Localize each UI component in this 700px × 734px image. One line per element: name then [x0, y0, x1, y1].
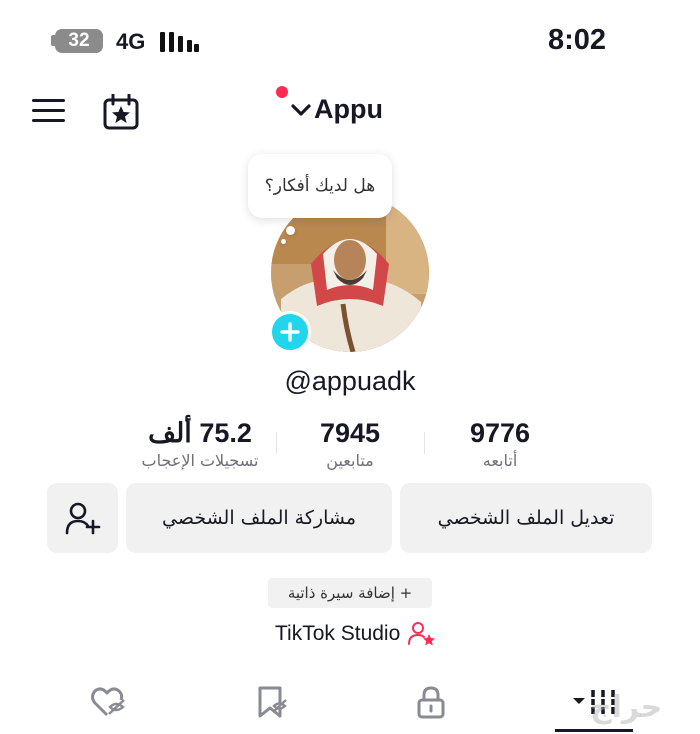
notification-dot: [276, 86, 288, 98]
add-bio-button[interactable]: + إضافة سيرة ذاتية: [268, 578, 432, 608]
account-switcher[interactable]: Appu: [290, 94, 383, 125]
edit-profile-label: تعديل الملف الشخصي: [437, 507, 615, 529]
bubble-tail: [286, 226, 295, 235]
account-name: Appu: [314, 94, 383, 124]
tiktok-studio-link[interactable]: TikTok Studio: [275, 621, 436, 647]
stat-followers[interactable]: 7945 متابعين: [270, 418, 430, 470]
share-profile-button[interactable]: مشاركة الملف الشخصي: [126, 483, 392, 553]
signal-icon: [160, 30, 200, 54]
battery-indicator: 32: [55, 29, 103, 53]
creator-star-icon: [408, 622, 436, 646]
status-time: 8:02: [548, 24, 607, 56]
chevron-down-icon: [291, 103, 311, 116]
stat-following[interactable]: 9776 أتابعه: [420, 418, 580, 470]
stat-likes[interactable]: 75.2 ألف تسجيلات الإعجاب: [120, 418, 280, 470]
bubble-tail: [281, 239, 286, 244]
edit-profile-button[interactable]: تعديل الملف الشخصي: [400, 483, 652, 553]
battery-level: 32: [68, 30, 90, 51]
followers-label: متابعين: [326, 451, 374, 470]
add-friend-button[interactable]: [47, 483, 118, 553]
ideas-bubble[interactable]: هل لديك أفكار؟: [248, 154, 392, 218]
active-tab-indicator: [555, 729, 633, 732]
tab-private[interactable]: [411, 683, 451, 721]
profile-handle: @appuadk: [284, 366, 416, 396]
plus-icon: [280, 322, 300, 342]
menu-icon[interactable]: [32, 97, 66, 125]
network-type: 4G: [116, 29, 146, 54]
calendar-star-icon[interactable]: [102, 94, 140, 130]
share-profile-label: مشاركة الملف الشخصي: [162, 507, 357, 529]
lock-icon: [417, 686, 445, 719]
add-user-icon: [65, 502, 100, 535]
watermark: حراج: [590, 690, 663, 725]
likes-label: تسجيلات الإعجاب: [141, 451, 259, 470]
add-bio-label: + إضافة سيرة ذاتية: [287, 584, 413, 602]
heart-hidden-icon: [91, 687, 125, 717]
bookmark-hidden-icon: [258, 686, 287, 718]
following-count: 9776: [469, 418, 531, 448]
likes-count: 75.2 ألف: [148, 418, 252, 448]
tab-liked[interactable]: [88, 683, 128, 721]
followers-count: 7945: [319, 418, 381, 448]
add-photo-button[interactable]: [269, 311, 311, 353]
tab-favorites[interactable]: [251, 683, 291, 721]
following-label: أتابعه: [482, 451, 518, 470]
studio-label: TikTok Studio: [275, 622, 401, 645]
